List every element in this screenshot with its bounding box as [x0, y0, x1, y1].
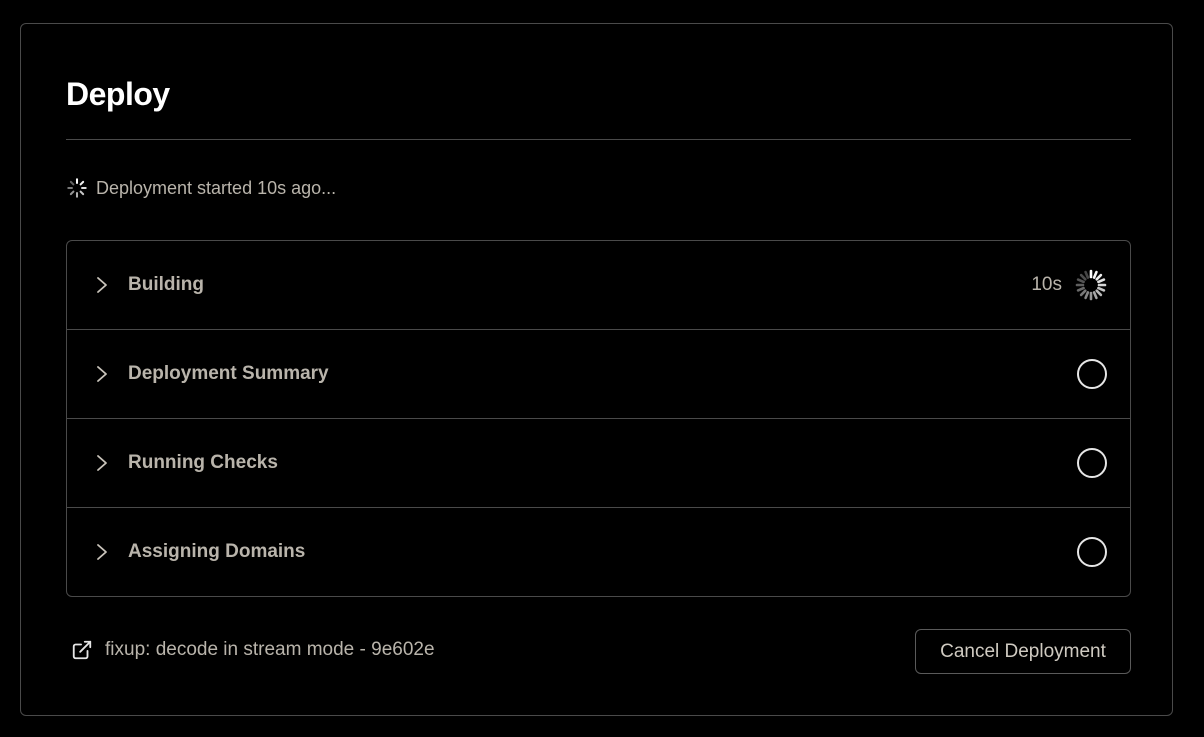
- step-assigning-domains[interactable]: Assigning Domains: [67, 508, 1130, 596]
- step-building[interactable]: Building 10s: [67, 241, 1130, 330]
- status-text: Deployment started 10s ago...: [96, 177, 337, 198]
- chevron-right-icon: [97, 277, 107, 293]
- deployment-steps: Building 10s Deployment Summary Running …: [66, 240, 1131, 597]
- step-label: Building: [128, 274, 204, 295]
- dialog-title: Deploy: [66, 76, 170, 112]
- pending-circle-icon: [1077, 448, 1107, 478]
- cancel-deployment-button[interactable]: Cancel Deployment: [915, 629, 1131, 674]
- external-link-icon: [72, 640, 92, 660]
- spinner-icon: [67, 178, 87, 198]
- step-duration: 10s: [1031, 274, 1062, 295]
- deployment-status: Deployment started 10s ago...: [66, 176, 336, 200]
- pending-circle-icon: [1077, 359, 1107, 389]
- step-status: [1076, 536, 1108, 568]
- step-running-checks[interactable]: Running Checks: [67, 419, 1130, 508]
- step-status: 10s: [1031, 268, 1108, 302]
- pending-circle-icon: [1077, 537, 1107, 567]
- spinner-icon: [1075, 269, 1107, 301]
- step-label: Assigning Domains: [128, 541, 306, 562]
- chevron-right-icon: [97, 455, 107, 471]
- step-label: Running Checks: [128, 452, 278, 473]
- chevron-right-icon: [97, 366, 107, 382]
- step-deployment-summary[interactable]: Deployment Summary: [67, 330, 1130, 419]
- deploy-dialog: Deploy Deployment started 10s ago... Bui…: [20, 23, 1173, 716]
- step-status: [1076, 447, 1108, 479]
- title-divider: [66, 139, 1131, 140]
- chevron-right-icon: [97, 544, 107, 560]
- step-status: [1076, 358, 1108, 390]
- commit-link-text: fixup: decode in stream mode - 9e602e: [105, 639, 435, 660]
- commit-link[interactable]: fixup: decode in stream mode - 9e602e: [71, 639, 435, 661]
- step-label: Deployment Summary: [128, 363, 329, 384]
